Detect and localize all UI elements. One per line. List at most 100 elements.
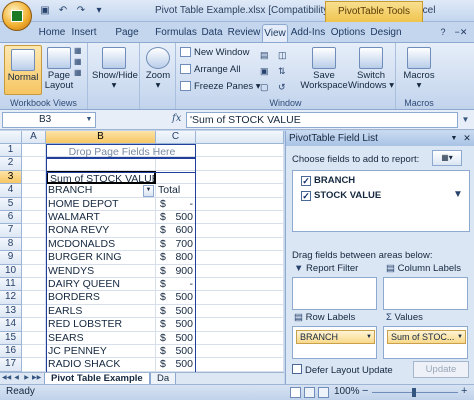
column-header-c[interactable]: C xyxy=(156,131,196,144)
insert-function-button[interactable]: fx xyxy=(172,113,181,124)
row-header-8[interactable]: 8 xyxy=(0,237,22,252)
cell-a15[interactable] xyxy=(22,331,46,345)
filter-icon[interactable]: ▼ xyxy=(453,189,463,200)
field-branch-checkbox[interactable]: ✓ xyxy=(301,176,311,186)
branch-name[interactable]: JC PENNEY xyxy=(46,345,156,358)
switch-windows-button[interactable]: Switch Windows ▾ xyxy=(348,47,394,91)
stock-value[interactable]: 900 xyxy=(168,265,194,278)
page-break-preview-status-icon[interactable] xyxy=(318,387,329,398)
macros-button[interactable]: Macros ▾ xyxy=(400,47,438,91)
defer-update-option[interactable]: Defer Layout Update xyxy=(292,364,393,376)
row-header-6[interactable]: 6 xyxy=(0,211,22,225)
show-hide-button[interactable]: Show/Hide ▾ xyxy=(92,47,138,91)
tab-data[interactable]: Data xyxy=(198,24,226,42)
page-layout-status-icon[interactable] xyxy=(304,387,315,398)
stock-value[interactable]: 700 xyxy=(168,238,194,251)
tab-view[interactable]: View xyxy=(262,24,288,42)
split-hide-unhide-icons[interactable]: ▤ ▣ ▢ xyxy=(260,47,274,95)
side-by-side-icons[interactable]: ◫ ⇅ ↺ xyxy=(278,47,292,95)
column-header-b[interactable]: B xyxy=(46,131,156,144)
cell-a9[interactable] xyxy=(22,251,46,265)
zoom-out-button[interactable]: − xyxy=(362,385,368,397)
cell-d1[interactable] xyxy=(196,144,284,158)
stock-value[interactable]: - xyxy=(168,198,194,211)
zoom-slider-thumb[interactable] xyxy=(412,388,416,397)
column-labels-area[interactable] xyxy=(383,277,468,310)
cell-a5[interactable] xyxy=(22,197,46,211)
ribbon-minimize-icon[interactable]: −✕ xyxy=(452,24,470,42)
cell-d2[interactable] xyxy=(196,157,284,171)
name-box[interactable]: B3 ▼ xyxy=(2,112,96,128)
save-icon[interactable]: ▣ xyxy=(38,4,52,17)
row-field-dropdown-icon[interactable]: ▼ xyxy=(366,331,372,343)
cell-d17[interactable] xyxy=(196,358,284,372)
pivot-total-header[interactable]: Total xyxy=(156,184,196,197)
column-header-a[interactable]: A xyxy=(22,131,46,144)
expand-formula-bar-icon[interactable]: ▼ xyxy=(459,112,472,128)
row-header-12[interactable]: 12 xyxy=(0,291,22,305)
branch-name[interactable]: MCDONALDS xyxy=(46,238,156,251)
row-header-17[interactable]: 17 xyxy=(0,358,22,372)
page-layout-view-button[interactable]: Page Layout xyxy=(44,47,74,91)
branch-name[interactable]: HOME DEPOT xyxy=(46,198,156,211)
row-header-9[interactable]: 9 xyxy=(0,251,22,265)
row-header-13[interactable]: 13 xyxy=(0,304,22,319)
branch-name[interactable]: WALMART xyxy=(46,211,156,224)
cell-a10[interactable] xyxy=(22,264,46,278)
cell-b2[interactable] xyxy=(46,157,156,171)
values-area[interactable]: Sum of STOC... ▼ xyxy=(383,326,468,359)
freeze-panes-button[interactable]: Freeze Panes ▾ xyxy=(180,80,261,94)
stock-value[interactable]: 500 xyxy=(168,305,194,318)
cell-a17[interactable] xyxy=(22,358,46,372)
cell-d9[interactable] xyxy=(196,251,284,265)
stock-value[interactable]: 600 xyxy=(168,224,194,237)
zoom-button[interactable]: Zoom ▾ xyxy=(143,47,173,91)
field-branch[interactable]: ✓ BRANCH xyxy=(301,174,355,187)
cell-a1[interactable] xyxy=(22,144,46,158)
next-sheet-icon[interactable]: ▶ xyxy=(22,373,31,384)
close-icon[interactable]: ✕ xyxy=(461,131,473,146)
row-header-4[interactable]: 4 xyxy=(0,184,22,198)
drop-page-fields-area[interactable]: Drop Page Fields Here xyxy=(46,144,196,158)
tab-formulas[interactable]: Formulas xyxy=(154,24,198,42)
cell-d16[interactable] xyxy=(196,345,284,359)
cell-d6[interactable] xyxy=(196,211,284,225)
pivot-row-label-header[interactable]: BRANCH xyxy=(46,184,156,197)
tab-review[interactable]: Review xyxy=(226,24,262,42)
cell-d3[interactable] xyxy=(196,170,284,185)
stock-value[interactable]: - xyxy=(168,278,194,291)
cell-d5[interactable] xyxy=(196,197,284,211)
cell-a16[interactable] xyxy=(22,345,46,359)
tab-home[interactable]: Home xyxy=(36,24,68,42)
row-field-branch[interactable]: BRANCH ▼ xyxy=(296,330,375,344)
cell-d11[interactable] xyxy=(196,278,284,292)
row-header-14[interactable]: 14 xyxy=(0,318,22,332)
cell-a12[interactable] xyxy=(22,291,46,305)
pivot-data-header[interactable]: Sum of STOCK VALUE xyxy=(46,170,156,185)
cell-a13[interactable] xyxy=(22,304,46,319)
update-button[interactable]: Update xyxy=(413,361,469,378)
cell-d8[interactable] xyxy=(196,237,284,252)
stock-value[interactable]: 500 xyxy=(168,211,194,224)
office-button[interactable] xyxy=(2,1,32,31)
branch-filter-dropdown-icon[interactable]: ▼ xyxy=(143,185,154,197)
cell-a2[interactable] xyxy=(22,157,46,171)
row-header-2[interactable]: 2 xyxy=(0,157,22,171)
row-header-1[interactable]: 1 xyxy=(0,144,22,158)
stock-value[interactable]: 500 xyxy=(168,291,194,304)
cell-d14[interactable] xyxy=(196,318,284,332)
column-header-d[interactable] xyxy=(196,131,284,144)
save-workspace-button[interactable]: Save Workspace xyxy=(300,47,348,91)
cell-a14[interactable] xyxy=(22,318,46,332)
value-field-dropdown-icon[interactable]: ▼ xyxy=(457,331,463,343)
more-views-icons[interactable]: ▦ ▦ ▦ xyxy=(74,45,86,78)
cell-d7[interactable] xyxy=(196,224,284,238)
stock-value[interactable]: 500 xyxy=(168,358,194,371)
pane-options-icon[interactable]: ▼ xyxy=(449,131,459,146)
branch-name[interactable]: RED LOBSTER xyxy=(46,318,156,331)
row-header-7[interactable]: 7 xyxy=(0,224,22,238)
formula-input[interactable]: 'Sum of STOCK VALUE xyxy=(186,112,458,128)
tab-add-ins[interactable]: Add-Ins xyxy=(288,24,328,42)
branch-name[interactable]: DAIRY QUEEN xyxy=(46,278,156,291)
value-field-sum-stock[interactable]: Sum of STOC... ▼ xyxy=(387,330,466,344)
